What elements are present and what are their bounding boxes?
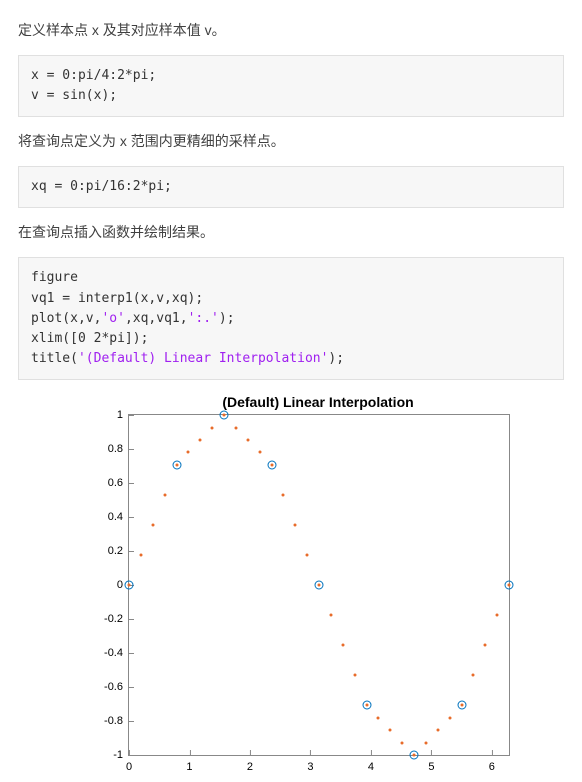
interp-point [484,644,487,647]
code-block-3: figure vq1 = interp1(x,v,xq); plot(x,v,'… [18,257,564,380]
x-tick-label: 6 [489,755,495,773]
y-tick-label: 0.2 [108,545,129,557]
y-tick-label: -0.8 [104,715,129,727]
x-tick-label: 0 [126,755,132,773]
code-block-1: x = 0:pi/4:2*pi; v = sin(x); [18,55,564,117]
interp-point [139,554,142,557]
x-tick-label: 2 [247,755,253,773]
interp-point [151,524,154,527]
interp-point [294,524,297,527]
y-tick-label: 0.6 [108,477,129,489]
sample-point [457,701,466,710]
interp-point [329,614,332,617]
interp-point [234,426,237,429]
interp-point [246,439,249,442]
interp-point [436,729,439,732]
x-tick-label: 1 [186,755,192,773]
interp-point [211,426,214,429]
x-tick-label: 5 [428,755,434,773]
code-line: plot(x,v,'o',xq,vq1,':.'); [31,311,235,326]
code-line: vq1 = interp1(x,v,xq); [31,291,203,306]
interp-point [199,439,202,442]
interp-point [389,729,392,732]
interp-point [282,493,285,496]
chart-title: (Default) Linear Interpolation [88,394,548,410]
sample-point [315,581,324,590]
interp-point [401,741,404,744]
code-line: xq = 0:pi/16:2*pi; [31,179,172,194]
interp-point [306,554,309,557]
chart: (Default) Linear Interpolation -1-0.8-0.… [88,394,548,756]
y-tick-label: -0.6 [104,681,129,693]
plot-area: -1-0.8-0.6-0.4-0.200.20.40.60.810123456 [128,414,510,756]
interp-point [448,716,451,719]
y-tick-label: -0.4 [104,647,129,659]
y-tick-label: 1 [117,409,129,421]
y-tick-label: -0.2 [104,613,129,625]
sample-point [220,411,229,420]
sample-point [505,581,514,590]
code-line: figure [31,270,78,285]
sample-point [267,460,276,469]
sample-point [172,460,181,469]
code-line: x = 0:pi/4:2*pi; [31,68,156,83]
interp-point [472,674,475,677]
code-line: title('(Default) Linear Interpolation'); [31,351,344,366]
interp-point [496,614,499,617]
interp-point [424,741,427,744]
sample-point [362,701,371,710]
code-line: xlim([0 2*pi]); [31,331,148,346]
sample-point [125,581,134,590]
x-tick-label: 4 [368,755,374,773]
desc-1: 定义样本点 x 及其对应样本值 v。 [18,20,564,41]
desc-2: 将查询点定义为 x 范围内更精细的采样点。 [18,131,564,152]
y-tick-label: 0.8 [108,443,129,455]
interp-point [163,493,166,496]
code-line: v = sin(x); [31,88,117,103]
interp-point [377,716,380,719]
interp-point [353,674,356,677]
sample-point [410,751,419,760]
x-tick-label: 3 [307,755,313,773]
interp-point [187,451,190,454]
y-tick-label: 0.4 [108,511,129,523]
interp-point [258,451,261,454]
code-block-2: xq = 0:pi/16:2*pi; [18,166,564,208]
desc-3: 在查询点插入函数并绘制结果。 [18,222,564,243]
interp-point [341,644,344,647]
